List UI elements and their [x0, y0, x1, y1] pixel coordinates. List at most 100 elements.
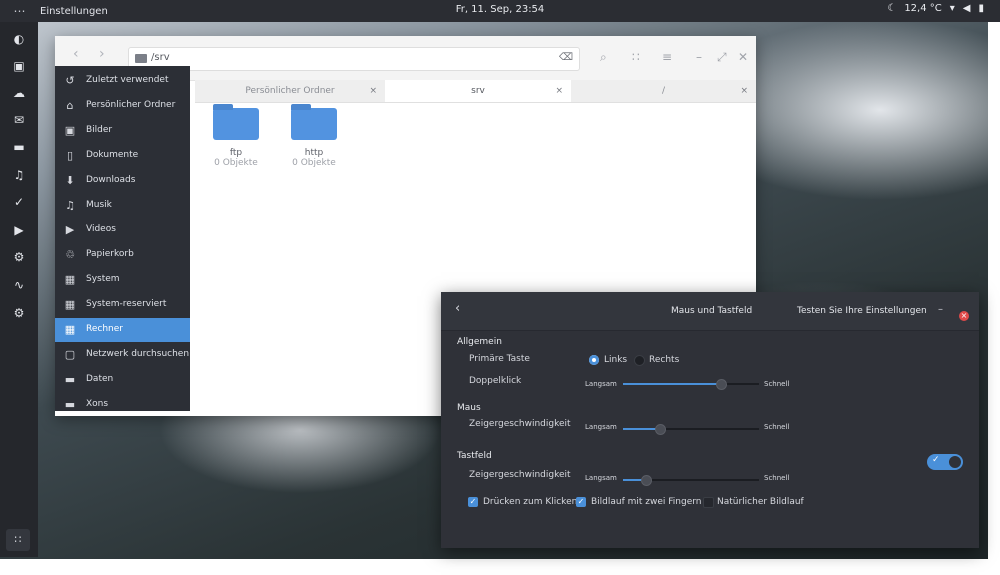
sidebar-item-network[interactable]: ▢ Netzwerk durchsuchen	[55, 343, 190, 367]
tab-home[interactable]: Persönlicher Ordner ×	[195, 80, 385, 102]
mouse-speed-slider[interactable]	[623, 424, 759, 435]
back-icon[interactable]: ‹	[455, 301, 460, 316]
sidebar-item-data[interactable]: ▬ Daten	[55, 368, 190, 392]
dock-cloud-icon[interactable]: ☁	[0, 86, 38, 100]
slider-handle[interactable]	[716, 379, 727, 390]
search-icon[interactable]: ⌕	[600, 50, 607, 65]
tab-srv[interactable]: srv ×	[385, 80, 571, 102]
section-touchpad: Tastfeld	[457, 451, 492, 461]
tap-to-click-checkbox[interactable]: ✓	[468, 497, 478, 507]
file-count: 0 Objekte	[214, 158, 258, 168]
section-general: Allgemein	[457, 337, 502, 347]
slow-label: Langsam	[585, 380, 617, 388]
fast-label: Schnell	[764, 423, 790, 431]
tab-close-icon[interactable]: ×	[740, 80, 748, 102]
sidebar-item-xons[interactable]: ▬ Xons	[55, 393, 190, 411]
two-finger-scroll-checkbox[interactable]: ✓	[576, 497, 586, 507]
wifi-icon[interactable]: ▾	[950, 3, 955, 14]
natural-scroll-checkbox[interactable]	[703, 497, 714, 508]
sidebar-item-music[interactable]: ♫ Musik	[55, 194, 190, 218]
battery-icon[interactable]: ▮	[978, 3, 984, 14]
file-name: ftp	[229, 148, 243, 158]
panel-clock[interactable]: Fr, 11. Sep, 23:54	[0, 4, 1000, 15]
primary-key-label: Primäre Taste	[469, 354, 530, 364]
tab-label: srv	[471, 86, 485, 96]
clear-path-icon[interactable]: ⌫	[559, 52, 573, 63]
sidebar-item-pictures[interactable]: ▣ Bilder	[55, 119, 190, 143]
dock-mail-icon[interactable]: ✉	[0, 113, 38, 127]
weather-icon[interactable]: ☾	[887, 3, 896, 14]
tab-label: /	[661, 86, 666, 96]
back-icon[interactable]: ‹	[73, 46, 79, 62]
places-sidebar: ↺ Zuletzt verwendet ⌂ Persönlicher Ordner …	[55, 66, 190, 411]
minimize-icon[interactable]: –	[938, 304, 943, 315]
sidebar-item-system-reserved[interactable]: ▦ System-reserviert	[55, 293, 190, 317]
two-finger-scroll-label: Bildlauf mit zwei Fingern	[591, 497, 702, 507]
sidebar-item-label: Persönlicher Ordner	[86, 100, 176, 110]
sidebar-item-trash[interactable]: ♲ Papierkorb	[55, 243, 190, 267]
pictures-icon: ▣	[64, 124, 76, 137]
tab-root[interactable]: / ×	[571, 80, 756, 102]
close-icon[interactable]: ✕	[738, 50, 748, 64]
dock-music-icon[interactable]: ♫	[0, 168, 38, 182]
dock-video-icon[interactable]: ▶	[0, 223, 38, 237]
menu-icon[interactable]: ≡	[662, 50, 672, 64]
natural-scroll-label: Natürlicher Bildlauf	[717, 497, 804, 507]
radio-right[interactable]	[634, 355, 645, 366]
file-item-ftp[interactable]: ftp 0 Objekte	[206, 104, 266, 168]
maximize-icon[interactable]: ⤢	[717, 50, 727, 65]
sidebar-item-computer[interactable]: ▦ Rechner	[55, 318, 190, 342]
folder-icon	[135, 54, 147, 63]
top-panel: ⋯ Einstellungen Fr, 11. Sep, 23:54 ☾ 12,…	[0, 0, 1000, 22]
tab-close-icon[interactable]: ×	[555, 80, 563, 102]
computer-icon: ▦	[64, 323, 76, 336]
file-item-http[interactable]: http 0 Objekte	[284, 104, 344, 168]
sidebar-item-home[interactable]: ⌂ Persönlicher Ordner	[55, 94, 190, 118]
double-click-slider[interactable]	[623, 379, 759, 390]
sidebar-item-label: Videos	[86, 224, 116, 234]
documents-icon: ▯	[66, 149, 74, 162]
folder-icon	[213, 104, 259, 140]
dock-chat-icon[interactable]: ▬	[0, 140, 38, 154]
sidebar-item-system[interactable]: ▦ System	[55, 268, 190, 292]
radio-left[interactable]	[589, 355, 599, 365]
sidebar-item-label: Netzwerk durchsuchen	[86, 349, 190, 359]
dock-tasks-icon[interactable]: ✓	[0, 195, 38, 209]
grid-view-icon[interactable]: ∷	[632, 50, 640, 64]
minimize-icon[interactable]: –	[696, 50, 702, 64]
dock-settings-icon[interactable]: ⚙	[0, 250, 38, 264]
sidebar-item-label: Xons	[86, 399, 109, 409]
sidebar-item-label: Rechner	[86, 324, 123, 334]
sidebar-item-videos[interactable]: ▶ Videos	[55, 218, 190, 242]
tab-bar: Persönlicher Ordner × srv × / ×	[195, 80, 756, 103]
tab-close-icon[interactable]: ×	[369, 80, 377, 102]
slider-fill	[623, 383, 721, 385]
section-mouse: Maus	[457, 403, 481, 413]
dock-terminal-icon[interactable]: ▣	[0, 59, 38, 73]
close-icon[interactable]: ×	[959, 311, 969, 321]
app-grid-icon[interactable]: ∷	[6, 529, 30, 551]
check-icon: ✓	[932, 455, 940, 465]
screen-right-margin	[988, 0, 1000, 575]
touchpad-speed-slider[interactable]	[623, 475, 759, 486]
slider-handle[interactable]	[655, 424, 666, 435]
dock-system-icon[interactable]: ◐	[0, 32, 38, 46]
sidebar-item-downloads[interactable]: ⬇ Downloads	[55, 169, 190, 193]
tap-to-click-label: Drücken zum Klicken	[483, 497, 578, 507]
folder-icon: ▬	[64, 373, 76, 386]
sidebar-item-label: Downloads	[86, 175, 136, 185]
test-settings-button[interactable]: Testen Sie Ihre Einstellungen	[797, 306, 927, 316]
applications-menu-icon[interactable]: ⋯	[0, 4, 40, 18]
sidebar-item-label: Papierkorb	[86, 249, 134, 259]
sidebar-item-recent[interactable]: ↺ Zuletzt verwendet	[55, 69, 190, 93]
sidebar-item-documents[interactable]: ▯ Dokumente	[55, 144, 190, 168]
forward-icon[interactable]: ›	[99, 46, 105, 62]
slider-handle[interactable]	[641, 475, 652, 486]
dock-monitor-icon[interactable]: ∿	[0, 278, 38, 292]
volume-icon[interactable]: ◀	[963, 3, 971, 14]
temperature-text[interactable]: 12,4 °C	[904, 3, 941, 14]
dock-gear-icon[interactable]: ⚙	[0, 306, 38, 320]
active-app-name[interactable]: Einstellungen	[40, 6, 108, 17]
touchpad-toggle[interactable]: ✓	[927, 454, 963, 470]
location-bar[interactable]: /srv ⌫	[128, 47, 580, 71]
